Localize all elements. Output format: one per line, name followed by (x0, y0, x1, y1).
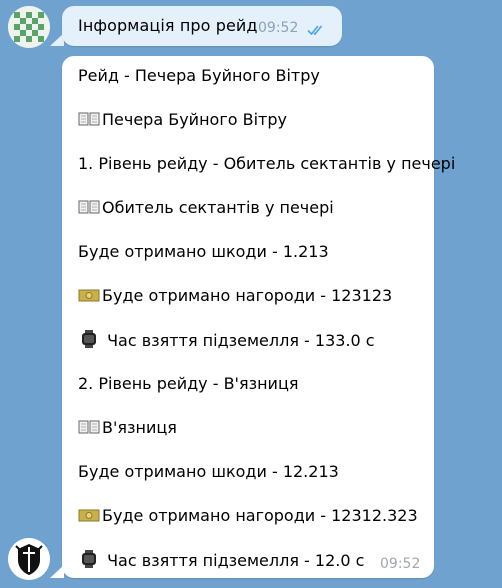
line-text: 1. Рівень рейду - Обитель сектантів у пе… (78, 154, 456, 173)
message-line: Обитель сектантів у печері (78, 198, 334, 217)
message-line: Час взяття підземелля - 133.0 с (78, 330, 375, 350)
message-line: 2. Рівень рейду - В'язниця (78, 374, 298, 393)
shield-sword-icon (8, 538, 50, 580)
line-text: Час взяття підземелля - 12.0 с (102, 551, 365, 570)
line-text: Печера Буйного Вітру (102, 110, 287, 129)
line-text: 2. Рівень рейду - В'язниця (78, 374, 299, 393)
double-check-icon (307, 21, 327, 40)
user-avatar[interactable] (8, 6, 50, 48)
message-line: В'язниця (78, 418, 177, 437)
line-text: В'язниця (102, 418, 177, 437)
money-icon (78, 287, 100, 303)
outgoing-message[interactable]: Інформація про рейд 09:52 (62, 6, 342, 46)
message-line: 1. Рівень рейду - Обитель сектантів у пе… (78, 154, 455, 173)
message-line: Рейд - Печера Буйного Вітру (78, 66, 320, 85)
line-text: Обитель сектантів у печері (102, 198, 334, 217)
message-line: Печера Буйного Вітру (78, 110, 287, 129)
outgoing-message-time: 09:52 (258, 20, 299, 36)
book-icon (78, 199, 100, 215)
message-line: Буде отримано шкоди - 1.213 (78, 242, 329, 261)
line-text: Час взяття підземелля - 133.0 с (102, 331, 375, 350)
message-line: Буде отримано нагороди - 123123 (78, 286, 392, 305)
watch-icon (78, 330, 100, 348)
identicon-icon (8, 6, 50, 48)
incoming-message[interactable]: Рейд - Печера Буйного Вітру Печера Буйно… (62, 56, 455, 578)
message-line: Час взяття підземелля - 12.0 с (78, 550, 364, 570)
line-text: Буде отримано нагороди - 123123 (102, 286, 393, 305)
line-text: Буде отримано нагороди - 12312.323 (102, 506, 418, 525)
message-line: Буде отримано шкоди - 12.213 (78, 462, 339, 481)
line-text: Рейд - Печера Буйного Вітру (78, 66, 320, 85)
incoming-bubble-tail (50, 565, 64, 578)
line-text: Буде отримано шкоди - 12.213 (78, 462, 339, 481)
message-line: Буде отримано нагороди - 12312.323 (78, 506, 418, 525)
book-icon (78, 111, 100, 127)
outgoing-message-text: Інформація про рейд (78, 16, 258, 35)
money-icon (78, 507, 100, 523)
incoming-message-time: 09:52 (380, 556, 421, 572)
line-text: Буде отримано шкоди - 1.213 (78, 242, 329, 261)
watch-icon (78, 550, 100, 568)
bot-avatar[interactable] (8, 538, 50, 580)
book-icon (78, 419, 100, 435)
